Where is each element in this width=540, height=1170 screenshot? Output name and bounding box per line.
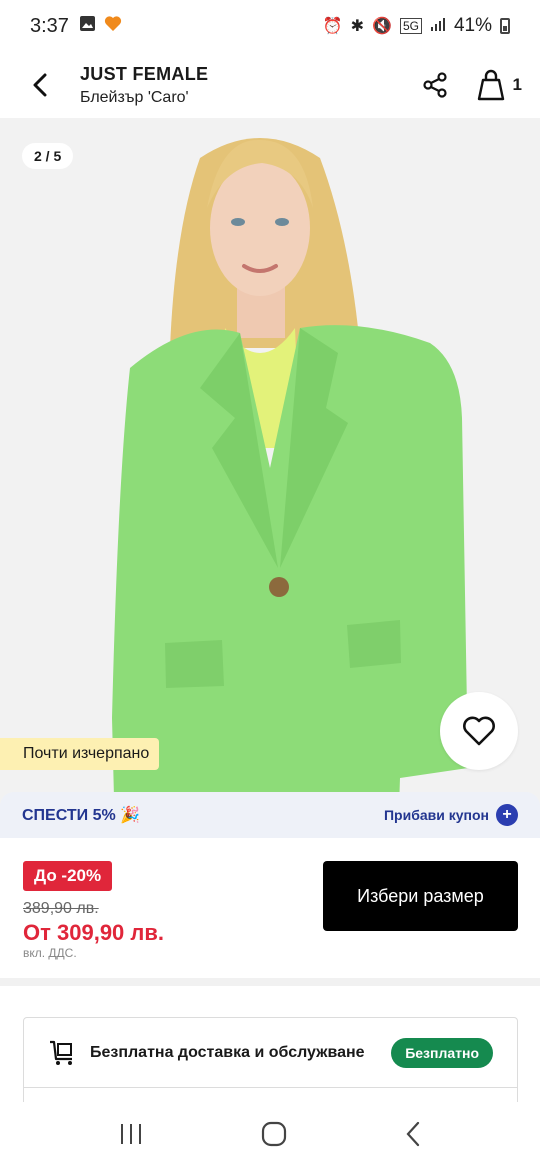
recent-apps-icon [121, 1123, 141, 1144]
wishlist-button[interactable] [440, 692, 518, 770]
battery-percent: 41% [453, 15, 492, 36]
brand-name: JUST FEMALE [80, 63, 209, 84]
status-time: 3:37 [30, 14, 69, 37]
old-price: 389,90 лв. [23, 900, 99, 917]
product-name: Блейзър 'Caro' [80, 88, 189, 106]
vat-note: вкл. ДДС. [23, 946, 77, 960]
price-panel: До -20% 389,90 лв. От 309,90 лв. вкл. ДД… [0, 838, 540, 978]
cart-button[interactable] [463, 57, 519, 113]
arrow-left-icon [33, 73, 47, 97]
heart-notification-icon [104, 15, 122, 37]
status-right: ⏰ ✱ 🔇 5G 41% [323, 15, 510, 37]
system-nav-bar [0, 1102, 540, 1170]
plus-icon: + [496, 804, 518, 826]
signal-icon [430, 16, 446, 37]
home-icon [261, 1121, 287, 1146]
save-promo-text: СПЕСТИ 5% 🎉 [22, 807, 141, 824]
cart-count: 1 [512, 75, 522, 94]
coupon-bar: СПЕСТИ 5% 🎉 Прибави купон + [0, 792, 540, 838]
back-button[interactable] [0, 52, 80, 118]
header-titles: JUST FEMALE Блейзър 'Caro' [80, 64, 407, 107]
heart-icon [463, 716, 495, 746]
battery-icon [500, 18, 510, 34]
delivery-info-card: Безплатна доставка и обслужване Безплатн… [23, 1017, 518, 1107]
share-button[interactable] [407, 57, 463, 113]
current-price: От 309,90 лв. [23, 920, 165, 945]
share-icon [422, 72, 447, 98]
shopping-bag-icon [477, 69, 504, 101]
free-badge: Безплатно [391, 1037, 493, 1068]
image-counter: 2 / 5 [22, 143, 74, 169]
section-divider [0, 978, 540, 986]
discount-badge: До -20% [23, 861, 113, 891]
add-coupon-label: Прибави купон [383, 807, 489, 823]
bluetooth-icon: ✱ [350, 18, 365, 35]
mute-icon: 🔇 [372, 18, 392, 35]
product-image-gallery[interactable]: 2 / 5 Почти изчерпано [0, 118, 540, 838]
home-button[interactable] [261, 1121, 287, 1152]
top-app-bar: JUST FEMALE Блейзър 'Caro' 1 [0, 52, 540, 118]
recent-apps-button[interactable] [119, 1123, 143, 1150]
network-type: 5G [399, 18, 422, 34]
gallery-notification-icon [79, 15, 96, 37]
alarm-icon: ⏰ [322, 18, 343, 35]
system-back-button[interactable] [405, 1121, 421, 1152]
delivery-cart-icon [50, 1040, 72, 1065]
free-delivery-row[interactable]: Безплатна доставка и обслужване Безплатн… [24, 1018, 517, 1088]
low-stock-badge: Почти изчерпано [0, 738, 160, 770]
add-coupon-link[interactable]: Прибави купон + [384, 804, 518, 826]
delivery-text: Безплатна доставка и обслужване [90, 1043, 365, 1061]
system-back-icon [406, 1121, 420, 1146]
status-bar: 3:37 ⏰ ✱ 🔇 5G 41% [0, 0, 540, 52]
select-size-button[interactable]: Избери размер [323, 861, 518, 931]
